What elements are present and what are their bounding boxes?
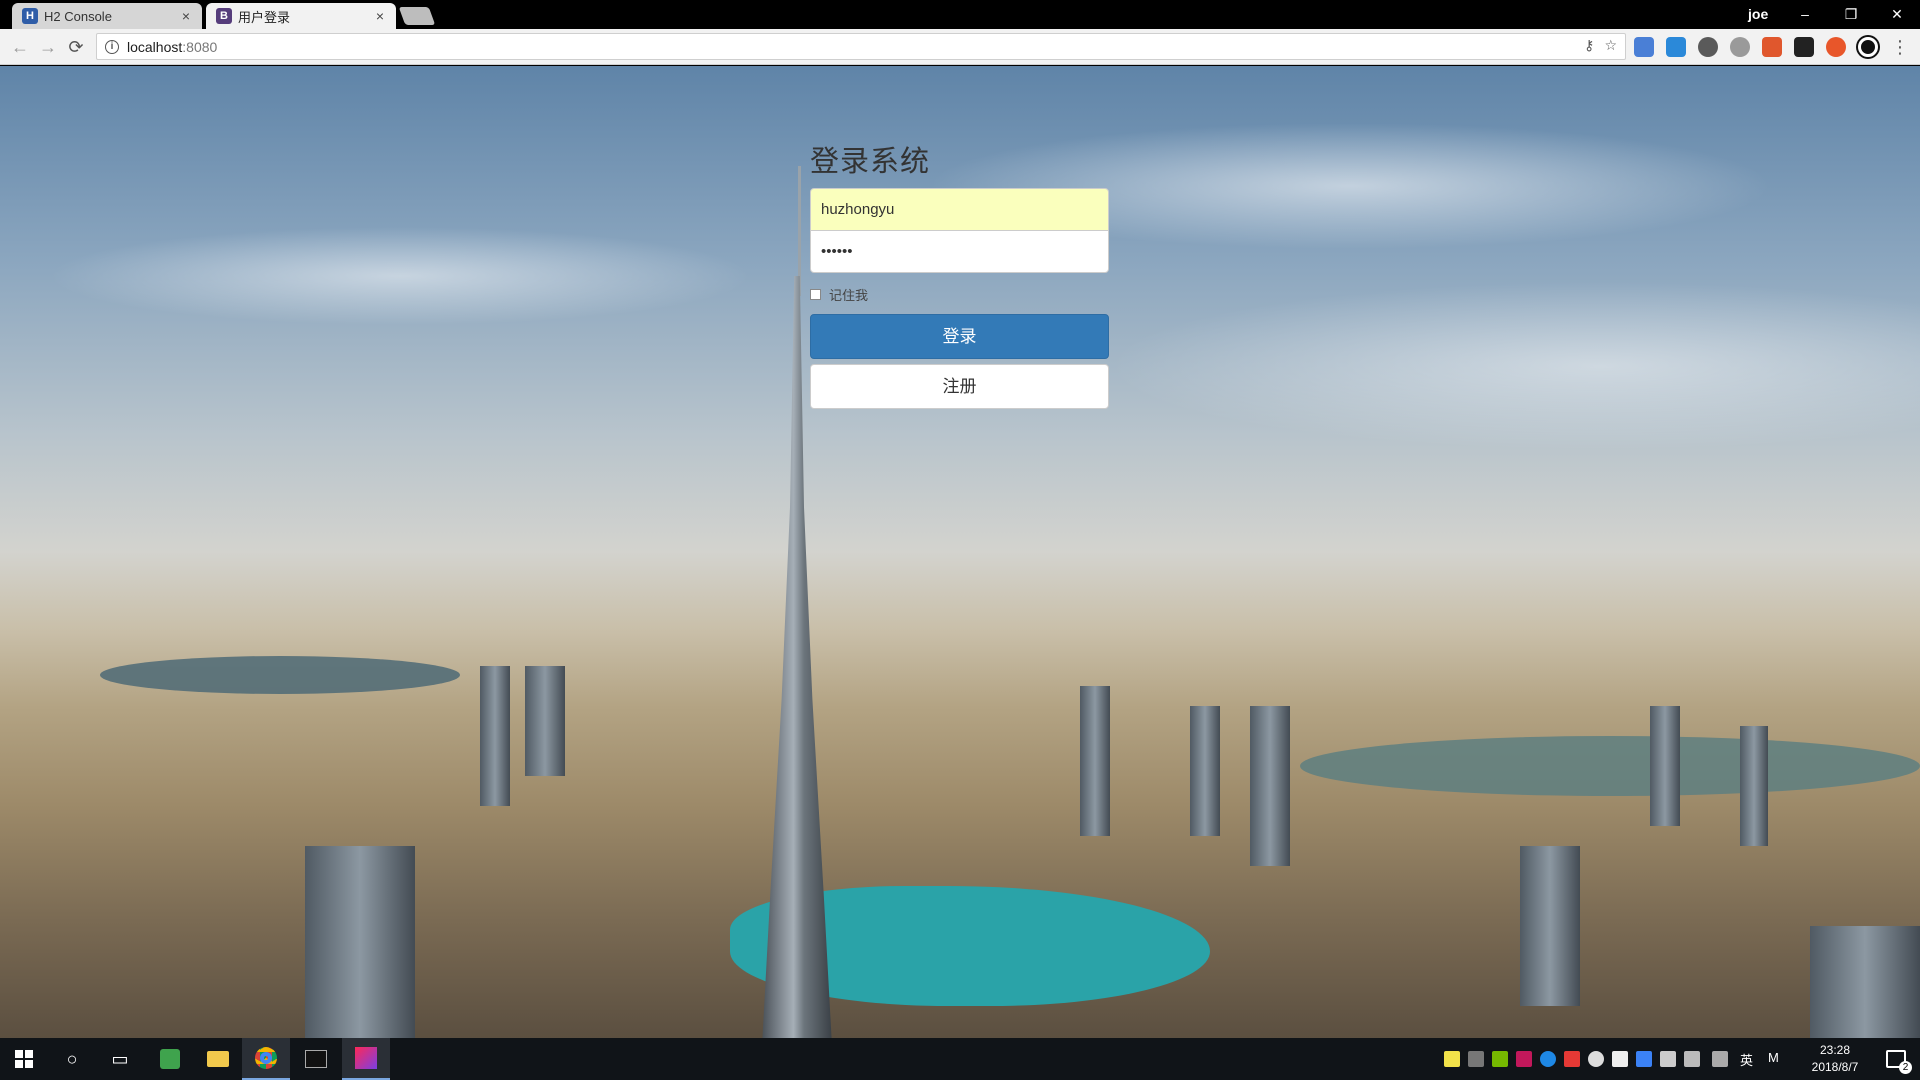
tab-user-login[interactable]: B 用户登录 × bbox=[206, 3, 396, 29]
input-language[interactable]: 英 bbox=[1740, 1050, 1753, 1069]
url-port: :8080 bbox=[182, 38, 218, 55]
reload-icon[interactable]: ⟳ bbox=[64, 35, 88, 59]
search-button[interactable]: ○ bbox=[48, 1038, 96, 1080]
defender-icon[interactable] bbox=[1612, 1051, 1628, 1067]
username-input[interactable] bbox=[810, 188, 1109, 231]
browser-toolbar: ← → ⟳ i localhost:8080 ⚷ ☆ ⋮ bbox=[0, 29, 1920, 65]
intellij-button[interactable] bbox=[342, 1038, 390, 1080]
app-icon bbox=[160, 1049, 180, 1069]
tray-icon[interactable] bbox=[1516, 1051, 1532, 1067]
network-icon[interactable] bbox=[1660, 1051, 1676, 1067]
info-icon[interactable]: i bbox=[105, 39, 119, 54]
clock[interactable]: 23:28 2018/8/7 bbox=[1800, 1042, 1870, 1076]
extension-icon[interactable] bbox=[1858, 37, 1878, 57]
evernote-extension-icon[interactable] bbox=[1698, 37, 1718, 57]
remember-me[interactable]: 记住我 bbox=[810, 285, 1109, 304]
tab-h2-console[interactable]: H H2 Console × bbox=[12, 3, 202, 29]
page-title: 登录系统 bbox=[810, 146, 931, 178]
profile-name[interactable]: joe bbox=[1748, 6, 1768, 22]
folder-icon bbox=[207, 1051, 229, 1067]
login-page: 登录系统 记住我 登录 注册 bbox=[0, 66, 1920, 1038]
intellij-icon bbox=[355, 1047, 377, 1069]
terminal-button[interactable] bbox=[292, 1038, 340, 1080]
windows-logo-icon bbox=[15, 1050, 33, 1068]
tray-icon[interactable] bbox=[1468, 1051, 1484, 1067]
building bbox=[1080, 686, 1110, 836]
battery-icon[interactable] bbox=[1684, 1051, 1700, 1067]
login-button[interactable]: 登录 bbox=[810, 314, 1109, 359]
cortana-icon: ○ bbox=[66, 1048, 78, 1069]
h2-favicon-icon: H bbox=[22, 8, 38, 24]
url-host: localhost bbox=[127, 38, 183, 55]
clock-time: 23:28 bbox=[1819, 1043, 1851, 1057]
remember-checkbox[interactable] bbox=[810, 289, 821, 300]
tab-close-icon[interactable]: × bbox=[372, 8, 388, 24]
shield-extension-icon[interactable] bbox=[1762, 37, 1782, 57]
file-explorer-button[interactable] bbox=[194, 1038, 242, 1080]
close-window-icon[interactable]: ✕ bbox=[1874, 2, 1920, 26]
building bbox=[1190, 706, 1220, 836]
nvidia-icon[interactable] bbox=[1492, 1051, 1508, 1067]
abp-extension-icon[interactable] bbox=[1730, 37, 1750, 57]
building bbox=[305, 846, 415, 1038]
tray-icon[interactable] bbox=[1636, 1051, 1652, 1067]
volume-icon[interactable] bbox=[1588, 1051, 1604, 1067]
key-icon[interactable]: ⚷ bbox=[1584, 37, 1594, 54]
building bbox=[1740, 726, 1768, 846]
start-button[interactable] bbox=[0, 1038, 48, 1080]
extension-icon[interactable] bbox=[1666, 37, 1686, 57]
tab-title: 用户登录 bbox=[238, 9, 291, 25]
notification-badge: 2 bbox=[1899, 1061, 1912, 1074]
login-form: 登录系统 记住我 登录 注册 bbox=[810, 138, 1109, 409]
remember-label: 记住我 bbox=[829, 288, 869, 303]
tray-icon[interactable] bbox=[1540, 1051, 1556, 1067]
notification-icon: 2 bbox=[1886, 1050, 1912, 1074]
building bbox=[1810, 926, 1920, 1038]
tab-close-icon[interactable]: × bbox=[178, 8, 194, 24]
clock-date: 2018/8/7 bbox=[1811, 1060, 1859, 1074]
notification-center-button[interactable]: 2 bbox=[1872, 1038, 1920, 1080]
task-view-button[interactable]: ▭ bbox=[96, 1038, 144, 1080]
extension-icon[interactable] bbox=[1826, 37, 1846, 57]
building bbox=[1520, 846, 1580, 1006]
restore-icon[interactable]: ❐ bbox=[1828, 2, 1874, 26]
building bbox=[1250, 706, 1290, 866]
translate-extension-icon[interactable] bbox=[1634, 37, 1654, 57]
address-bar[interactable]: i localhost:8080 ⚷ ☆ bbox=[96, 33, 1626, 60]
building bbox=[525, 666, 565, 776]
register-button[interactable]: 注册 bbox=[810, 364, 1109, 409]
tab-title: H2 Console bbox=[44, 8, 112, 24]
lake bbox=[100, 656, 460, 694]
new-tab-button[interactable] bbox=[398, 7, 436, 25]
taskbar: ○ ▭ 英 M 23:28 2018/8/7 2 bbox=[0, 1038, 1920, 1080]
terminal-icon bbox=[305, 1050, 327, 1068]
extension-icon[interactable] bbox=[1794, 37, 1814, 57]
menu-icon[interactable]: ⋮ bbox=[1888, 35, 1912, 59]
building bbox=[1650, 706, 1680, 826]
forward-icon[interactable]: → bbox=[36, 35, 60, 59]
browser-titlebar: H H2 Console × B 用户登录 × joe – ❐ ✕ bbox=[0, 0, 1920, 29]
creek bbox=[1300, 736, 1920, 796]
pen-icon[interactable] bbox=[1712, 1051, 1728, 1067]
tray-icon[interactable] bbox=[1564, 1051, 1580, 1067]
chrome-button[interactable] bbox=[242, 1038, 290, 1080]
app-green-button[interactable] bbox=[146, 1038, 194, 1080]
ime-mode[interactable]: M bbox=[1768, 1050, 1779, 1065]
building bbox=[480, 666, 510, 806]
password-input[interactable] bbox=[810, 230, 1109, 273]
bootstrap-favicon-icon: B bbox=[216, 8, 232, 24]
chrome-icon bbox=[255, 1047, 277, 1069]
back-icon[interactable]: ← bbox=[8, 35, 32, 59]
bookmark-star-icon[interactable]: ☆ bbox=[1604, 37, 1617, 54]
tray-icon[interactable] bbox=[1444, 1051, 1460, 1067]
minimize-icon[interactable]: – bbox=[1782, 2, 1828, 26]
url-text: localhost:8080 bbox=[127, 39, 217, 55]
task-view-icon: ▭ bbox=[111, 1048, 129, 1069]
